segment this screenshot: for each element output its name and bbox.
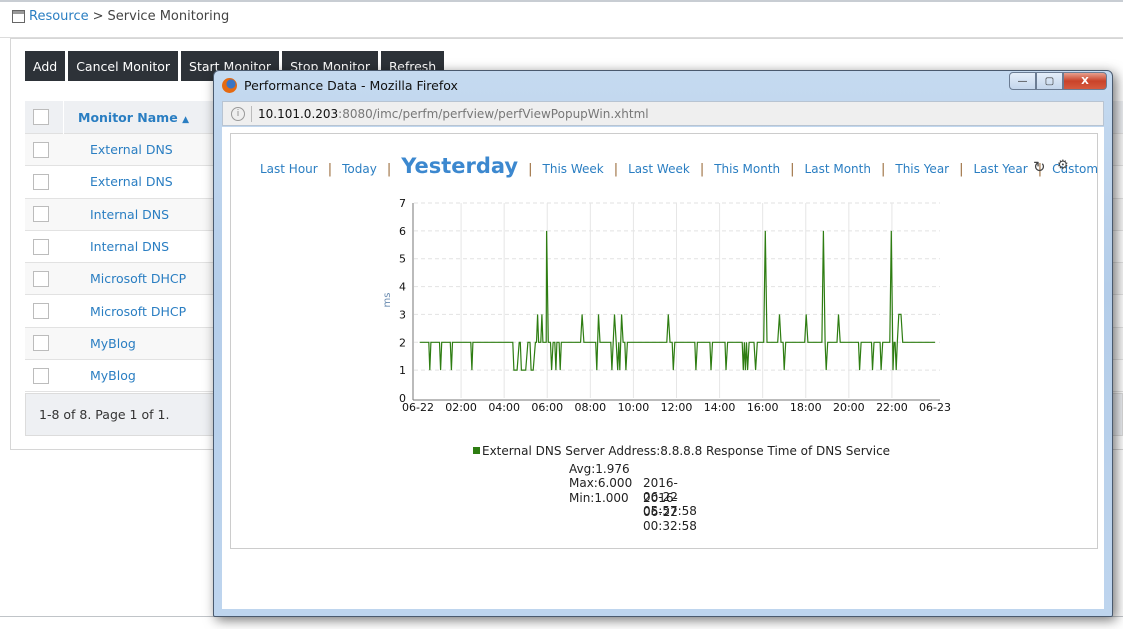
y-axis-label: ms <box>382 293 393 308</box>
y-tick-label: 1 <box>399 364 406 377</box>
response-time-chart: 0123456706-22 02:00 04:00 06:00 08:00 10:00 12… <box>382 197 951 458</box>
y-tick-label: 5 <box>399 253 406 266</box>
series-line <box>419 230 935 371</box>
stat-min: Min:1.000 <box>569 491 629 505</box>
x-tick-label: 06-23 <box>919 401 951 414</box>
x-tick-label: 10:00 <box>618 401 650 414</box>
x-tick-label: 22:00 <box>876 401 908 414</box>
x-tick-label: 06-22 <box>402 401 434 414</box>
y-tick-label: 2 <box>399 336 406 349</box>
x-tick-label: 18:00 <box>790 401 822 414</box>
x-tick-label: 14:00 <box>704 401 736 414</box>
x-tick-label: 02:00 <box>445 401 477 414</box>
stat-max: Max:6.000 <box>569 476 633 490</box>
x-tick-label: 06:00 <box>531 401 563 414</box>
stat-min-time: 2016-06-22 00:32:58 <box>643 491 697 533</box>
y-tick-label: 6 <box>399 225 406 238</box>
legend-label: External DNS Server Address:8.8.8.8 Resp… <box>482 444 890 458</box>
x-tick-label: 20:00 <box>833 401 865 414</box>
x-tick-label: 04:00 <box>488 401 520 414</box>
legend-swatch <box>473 447 480 454</box>
stat-avg: Avg:1.976 <box>569 462 630 476</box>
y-tick-label: 4 <box>399 281 406 294</box>
x-tick-label: 12:00 <box>661 401 693 414</box>
x-tick-label: 16:00 <box>747 401 779 414</box>
y-tick-label: 3 <box>399 308 406 321</box>
y-tick-label: 7 <box>399 197 406 210</box>
x-tick-label: 08:00 <box>574 401 606 414</box>
